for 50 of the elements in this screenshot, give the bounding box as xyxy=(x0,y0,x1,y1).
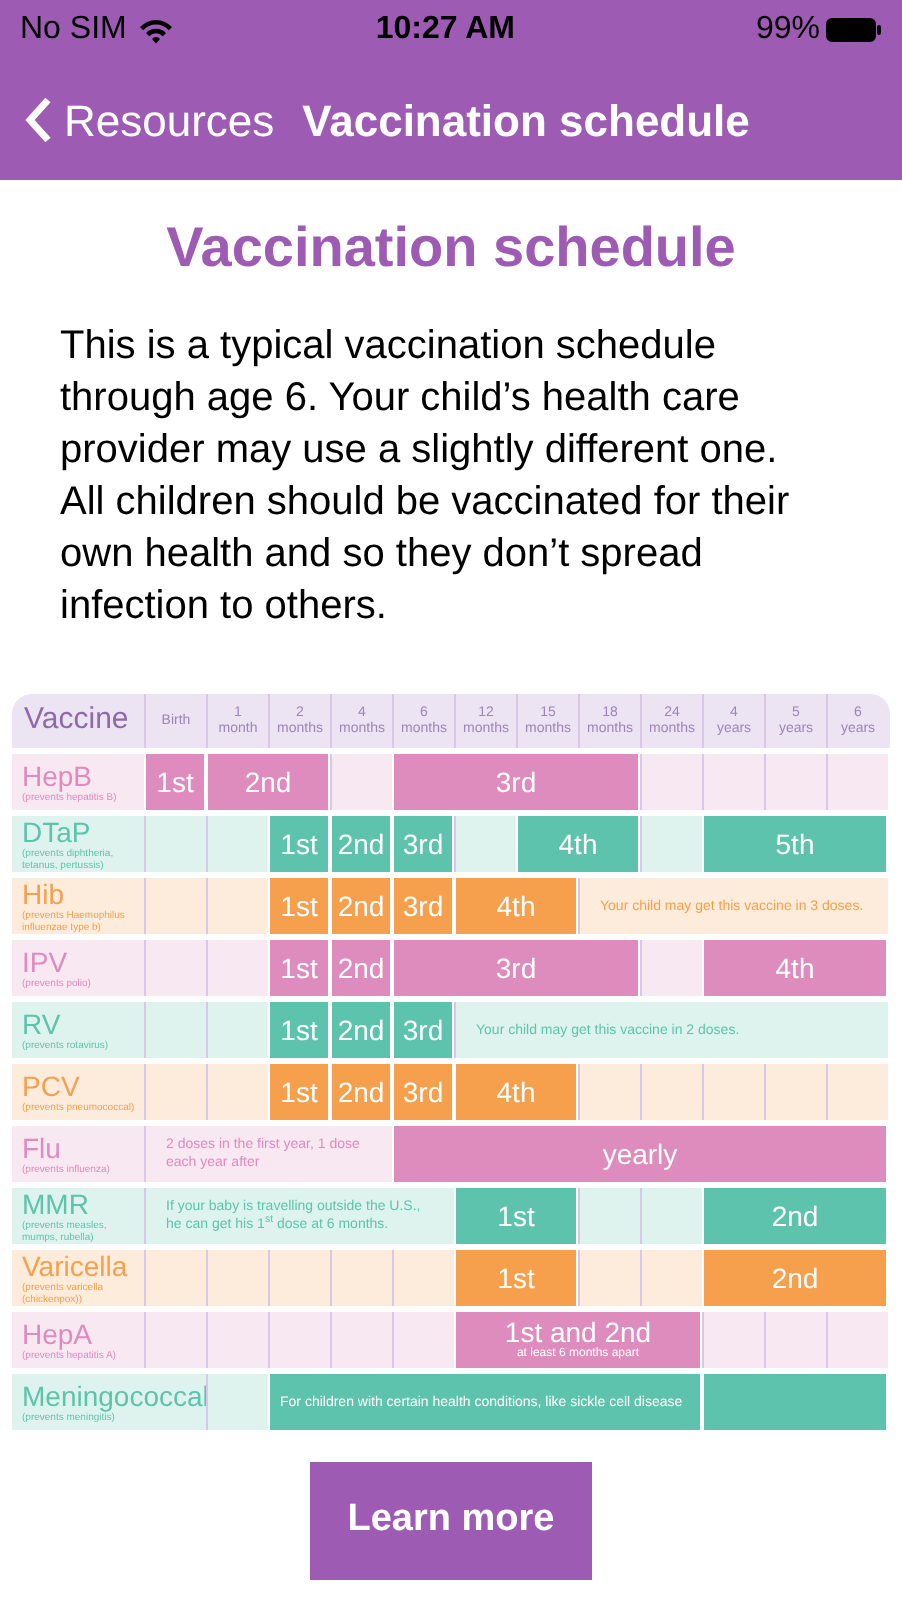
nav-title: Vaccination schedule xyxy=(302,93,750,149)
dose-block: 3rd xyxy=(394,940,638,996)
back-button[interactable]: Resources xyxy=(24,87,275,153)
vaccine-name: Flu xyxy=(22,1133,63,1163)
learn-more-button[interactable]: Learn more xyxy=(310,1462,592,1580)
vaccine-name: IPV xyxy=(22,947,70,977)
page-heading: Vaccination schedule xyxy=(164,214,738,282)
clock: 10:27 AM xyxy=(373,10,517,50)
dose-block: 2nd xyxy=(208,754,328,810)
dose-block: 2nd xyxy=(332,816,390,872)
dose-block: 2nd xyxy=(332,1064,390,1120)
dose-block: 3rd xyxy=(394,1002,452,1058)
dose-block: 5th xyxy=(704,816,886,872)
vaccine-name: DTaP xyxy=(22,817,93,847)
dose-block: 1st xyxy=(270,816,328,872)
battery-percent: 99% xyxy=(755,10,820,50)
dose-block: 2nd xyxy=(704,1250,886,1306)
vaccine-name: HepB xyxy=(22,761,95,791)
dose-block: 4th xyxy=(456,878,576,934)
vaccine-name: HepA xyxy=(22,1319,95,1349)
dose-block: 3rd xyxy=(394,1064,452,1120)
dose-block: 1st xyxy=(270,1064,328,1120)
dose-block: 1st xyxy=(456,1188,576,1244)
dose-block: 2nd xyxy=(332,940,390,996)
dose-block: 1st xyxy=(270,940,328,996)
vaccine-name: Hib xyxy=(22,879,67,909)
vaccine-name: Varicella xyxy=(22,1251,130,1281)
dose-block: 1st xyxy=(270,1002,328,1058)
carrier: No SIM xyxy=(20,10,127,50)
dose-block: yearly xyxy=(394,1126,886,1182)
wifi-icon xyxy=(138,17,175,43)
dose-block: 4th xyxy=(518,816,638,872)
dose-block: 2nd xyxy=(332,878,390,934)
dose-block: 4th xyxy=(456,1064,576,1120)
dose-block: 3rd xyxy=(394,754,638,810)
battery-icon xyxy=(826,18,882,42)
vaccine-name: PCV xyxy=(22,1071,82,1101)
dose-block: 4th xyxy=(704,940,886,996)
dose-block: 3rd xyxy=(394,816,452,872)
column-header: Vaccine xyxy=(22,700,131,741)
vaccine-name: MMR xyxy=(22,1189,91,1219)
vaccine-name: RV xyxy=(22,1009,63,1039)
dose-block: 2nd xyxy=(704,1188,886,1244)
dose-block: 1st xyxy=(146,754,204,810)
back-chevron-icon xyxy=(24,96,52,144)
dose-block: 3rd xyxy=(394,878,452,934)
dose-block: 2nd xyxy=(332,1002,390,1058)
intro-paragraph: This is a typical vaccination schedule through age 6. Your child’s health care provider may use a slightly different one. All children should be vaccinated for their own health and so they don’t spread infection to others. xyxy=(58,322,792,632)
dose-block: 1st xyxy=(456,1250,576,1306)
dose-block: 1st xyxy=(270,878,328,934)
